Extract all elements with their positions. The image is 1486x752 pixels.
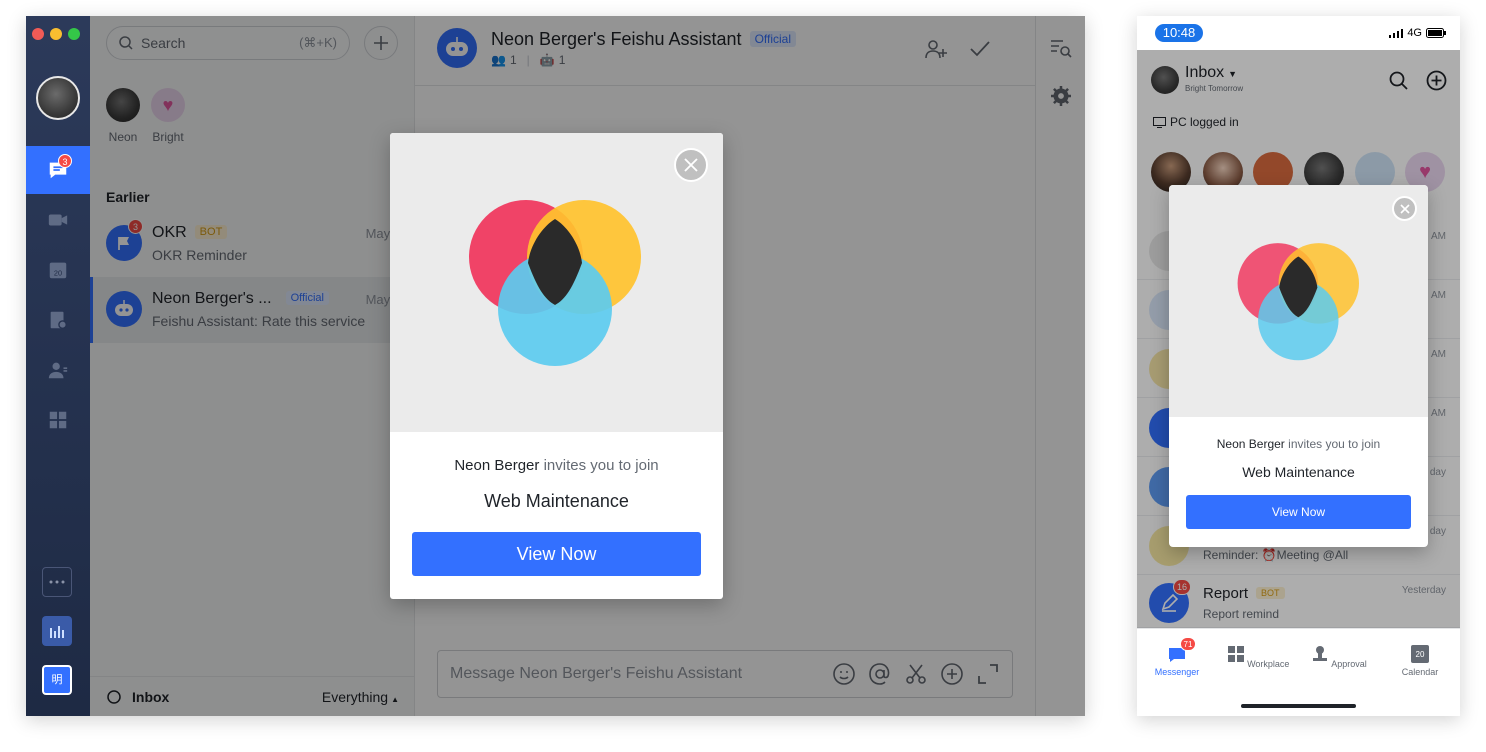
signal-icon: [1389, 28, 1404, 38]
venn-logo-icon: [1237, 243, 1359, 361]
status-time: 10:48: [1155, 24, 1203, 42]
nav-rail: 3 20 明: [26, 16, 90, 716]
invite-hero: [390, 133, 723, 432]
network-label: 4G: [1407, 27, 1422, 39]
group-invite-modal: Neon Berger invites you to join Web Main…: [1169, 185, 1428, 547]
user-avatar[interactable]: [36, 76, 80, 120]
view-now-button[interactable]: View Now: [1186, 495, 1411, 529]
battery-icon: [1426, 28, 1446, 38]
tab-workplace[interactable]: Workplace: [1218, 645, 1298, 669]
document-icon: [50, 311, 67, 329]
group-name: Web Maintenance: [1242, 464, 1355, 480]
rail-video[interactable]: [26, 196, 90, 244]
modal-close-button[interactable]: [1392, 196, 1417, 221]
rail-calendar[interactable]: 20: [26, 246, 90, 294]
group-name: Web Maintenance: [484, 491, 629, 511]
rail-workplace[interactable]: [26, 396, 90, 444]
status-indicators: 4G: [1389, 27, 1446, 39]
calendar-icon: 20: [1411, 645, 1429, 663]
tab-messenger[interactable]: 71 Messenger: [1137, 637, 1217, 677]
desktop-window: 3 20 明 Search (⌘+K) Neon ♥ Bright Earlie…: [26, 16, 1085, 716]
tenant-switch-button[interactable]: 明: [42, 665, 72, 695]
window-minimize-button[interactable]: [50, 28, 62, 40]
grid-apps-icon: [49, 411, 67, 429]
invite-line: Neon Berger invites you to join: [1216, 437, 1381, 451]
tab-calendar[interactable]: 20 Calendar: [1380, 645, 1460, 677]
tab-bar: 71 Messenger Workplace Approval 20 Calen…: [1137, 628, 1460, 716]
close-icon: [1399, 203, 1410, 214]
bar-stats-icon: [50, 626, 64, 638]
mobile-screen: 10:48 4G Inbox ▼ Bright Tomorrow PC logge…: [1137, 16, 1460, 716]
rail-docs[interactable]: [26, 296, 90, 344]
tab-approval[interactable]: Approval: [1299, 645, 1379, 669]
group-invite-modal: Neon Berger invites you to join Web Main…: [390, 133, 723, 599]
status-bar: 10:48 4G: [1137, 16, 1460, 50]
view-now-button[interactable]: View Now: [412, 532, 701, 576]
invite-line: Neon Berger invites you to join: [454, 457, 659, 474]
contacts-icon: [48, 362, 68, 379]
window-close-button[interactable]: [32, 28, 44, 40]
invite-hero: [1169, 185, 1428, 417]
close-icon: [684, 158, 698, 172]
ellipsis-icon: [49, 580, 65, 584]
stamp-icon: [1313, 646, 1328, 661]
rail-messenger[interactable]: 3: [26, 146, 90, 194]
svg-text:20: 20: [54, 269, 62, 278]
stats-app-button[interactable]: [42, 616, 72, 646]
rail-contacts[interactable]: [26, 346, 90, 394]
modal-close-button[interactable]: [674, 148, 708, 182]
calendar-icon: 20: [49, 262, 67, 279]
messenger-badge: 71: [1180, 637, 1196, 651]
video-camera-icon: [48, 214, 68, 226]
chat-bubble-icon: 71: [1168, 637, 1196, 663]
grid-apps-icon: [1227, 646, 1244, 662]
venn-logo-icon: [469, 200, 641, 366]
home-indicator[interactable]: [1241, 704, 1356, 708]
messenger-badge: 3: [58, 154, 72, 168]
window-maximize-button[interactable]: [68, 28, 80, 40]
more-apps-button[interactable]: [42, 567, 72, 597]
